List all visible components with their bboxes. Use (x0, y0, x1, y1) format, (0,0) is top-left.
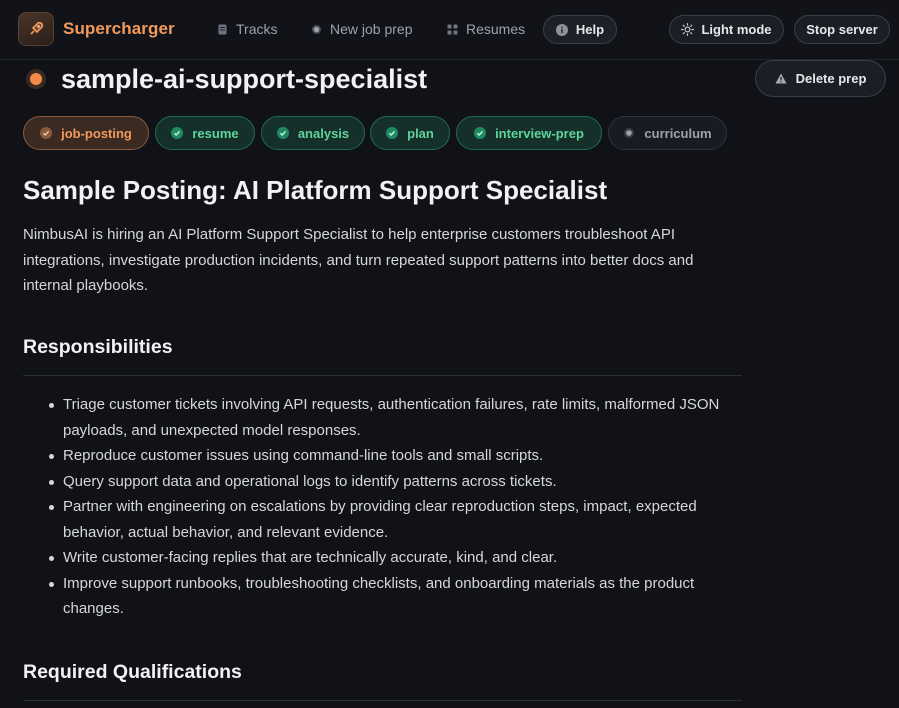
list-item: Write customer-facing replies that are t… (23, 545, 742, 571)
check-circle-icon (171, 127, 184, 139)
tab-resume[interactable]: resume (155, 116, 255, 150)
status-dot-icon (26, 69, 46, 89)
light-mode-button[interactable]: Light mode (669, 15, 784, 44)
check-circle-icon (386, 127, 399, 139)
list-item: Reproduce customer issues using command-… (23, 443, 742, 469)
posting-intro: NimbusAI is hiring an AI Platform Suppor… (23, 226, 694, 294)
tab-interview-prep[interactable]: interview-prep (456, 116, 602, 150)
dot-icon (624, 128, 635, 138)
check-circle-icon (40, 127, 53, 139)
nav-tracks-label: Tracks (236, 21, 278, 37)
tab-interview-prep-label: interview-prep (495, 125, 584, 141)
dot-icon (312, 24, 321, 34)
help-label: Help (575, 22, 605, 37)
job-posting-document: Sample Posting: AI Platform Support Spec… (23, 172, 742, 299)
delete-prep-label: Delete prep (795, 71, 867, 86)
tab-job-posting-label: job-posting (61, 125, 132, 141)
nav-tracks[interactable]: Tracks (213, 14, 281, 44)
check-circle-icon (474, 127, 487, 139)
nav-new-job-prep[interactable]: New job prep (307, 14, 417, 44)
help-button[interactable]: Help (543, 15, 617, 44)
responsibilities-heading: Responsibilities (23, 336, 173, 358)
warning-icon (775, 73, 787, 84)
tab-analysis-label: analysis (297, 125, 350, 141)
info-icon (555, 23, 568, 36)
required-qualifications-heading: Required Qualifications (23, 661, 242, 683)
tab-job-posting[interactable]: job-posting (23, 116, 149, 150)
list-item: Triage customer tickets involving API re… (23, 392, 742, 443)
tab-curriculum-label: curriculum (644, 125, 712, 141)
grid-icon (447, 24, 458, 34)
light-mode-label: Light mode (701, 22, 772, 37)
sun-icon (681, 23, 695, 36)
page-title: sample-ai-support-specialist (61, 64, 428, 94)
tab-resume-label: resume (192, 125, 239, 141)
tab-plan-label: plan (407, 125, 434, 141)
responsibilities-list: Triage customer tickets involving API re… (23, 392, 742, 622)
nav-resumes-label: Resumes (466, 21, 526, 37)
document-icon (218, 24, 227, 34)
top-nav: Supercharger Tracks New job prep Resumes (0, 0, 899, 60)
list-item: Improve support runbooks, troubleshootin… (23, 571, 742, 622)
tab-analysis[interactable]: analysis (261, 116, 365, 150)
brand-name[interactable]: Supercharger (63, 19, 175, 39)
rocket-logo-icon[interactable] (18, 12, 54, 46)
responsibilities-section-header: Responsibilities (23, 336, 742, 376)
tab-plan[interactable]: plan (370, 116, 450, 150)
stop-server-label: Stop server (806, 22, 878, 37)
nav-new-job-prep-label: New job prep (330, 21, 413, 37)
required-qualifications-section-header: Required Qualifications (23, 661, 742, 701)
list-item: Query support data and operational logs … (23, 469, 742, 495)
posting-heading: Sample Posting: AI Platform Support Spec… (23, 175, 608, 205)
stop-server-button[interactable]: Stop server (794, 15, 890, 44)
nav-resumes[interactable]: Resumes (443, 14, 529, 44)
tab-curriculum[interactable]: curriculum (608, 116, 727, 150)
list-item: Partner with engineering on escalations … (23, 494, 742, 545)
delete-prep-button[interactable]: Delete prep (755, 60, 886, 97)
check-circle-icon (276, 127, 289, 139)
